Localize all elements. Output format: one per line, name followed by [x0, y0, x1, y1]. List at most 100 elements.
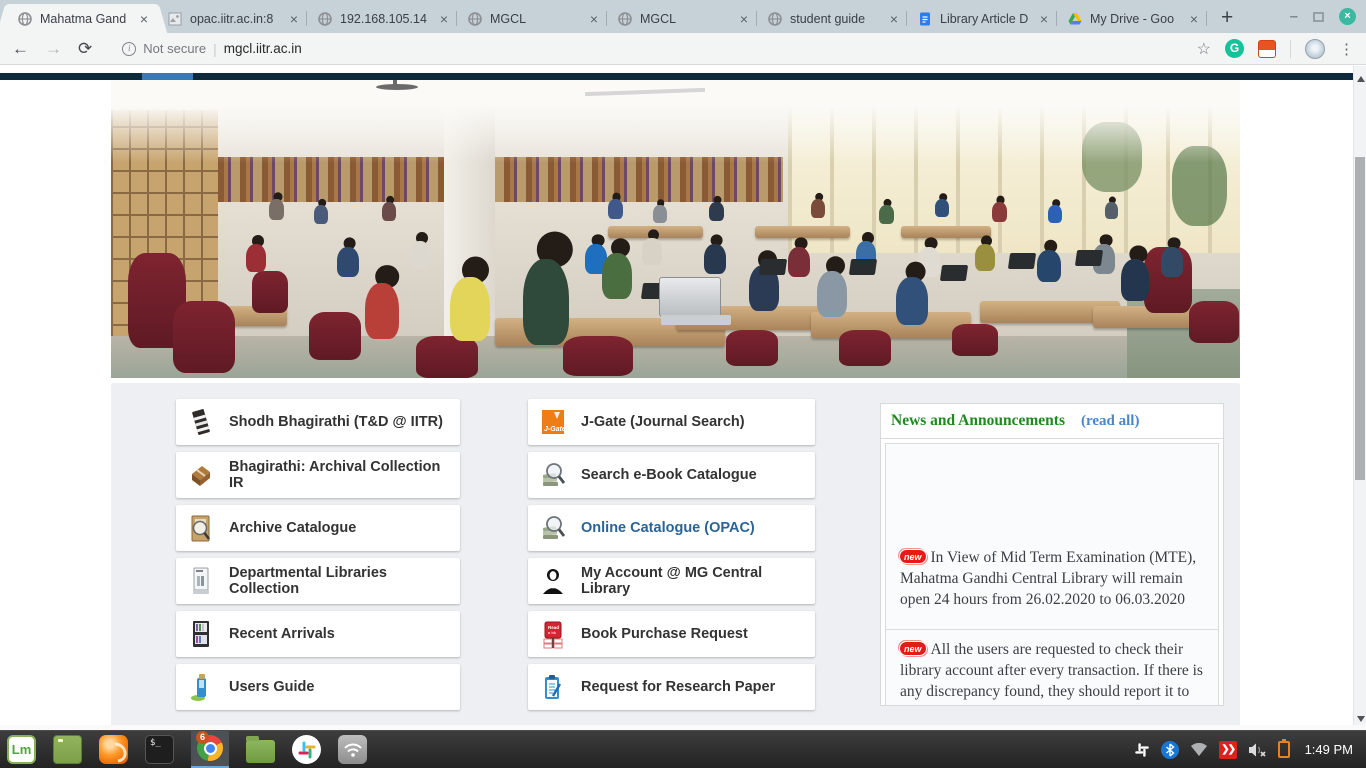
link-label: Departmental Libraries Collection — [229, 565, 452, 597]
tab-close-icon[interactable]: × — [1188, 12, 1200, 26]
link-bhagirathi-archival[interactable]: Bhagirathi: Archival Collection IR — [176, 452, 460, 498]
tab-close-icon[interactable]: × — [738, 12, 750, 26]
security-chip[interactable]: i Not secure | mgcl.iitr.ac.in — [122, 41, 302, 57]
quick-links-middle-column: J-Gate J-Gate (Journal Search) Search e-… — [528, 399, 815, 717]
extension-icon[interactable] — [1258, 40, 1276, 58]
link-research-paper[interactable]: Request for Research Paper — [528, 664, 815, 710]
mint-menu-icon[interactable]: Lm — [7, 735, 36, 764]
link-label: Request for Research Paper — [581, 679, 775, 695]
close-button[interactable]: × — [1339, 8, 1356, 25]
bookmark-star-icon[interactable]: ☆ — [1197, 39, 1211, 59]
jgate-icon: J-Gate — [540, 407, 566, 437]
tab-title: Library Article D — [940, 12, 1031, 26]
tab-title: MGCL — [640, 12, 731, 26]
link-book-purchase[interactable]: Reada bk Book Purchase Request — [528, 611, 815, 657]
globe-icon — [317, 11, 333, 27]
link-users-guide[interactable]: Users Guide — [176, 664, 460, 710]
new-badge-icon: new — [900, 642, 926, 655]
address-url[interactable]: mgcl.iitr.ac.in — [224, 41, 302, 56]
link-label: Users Guide — [229, 679, 314, 695]
volume-muted-icon[interactable] — [1248, 742, 1267, 758]
link-shodh-bhagirathi[interactable]: Shodh Bhagirathi (T&D @ IITR) — [176, 399, 460, 445]
archive-catalogue-icon — [188, 513, 214, 543]
news-panel: News and Announcements (read all) new In … — [880, 403, 1224, 706]
tab-opac[interactable]: opac.iitr.ac.in:8 × — [157, 4, 307, 33]
link-search-ebook[interactable]: Search e-Book Catalogue — [528, 452, 815, 498]
link-label: Archive Catalogue — [229, 520, 356, 536]
quick-links-left-column: Shodh Bhagirathi (T&D @ IITR) Bhagirathi… — [176, 399, 460, 717]
tab-close-icon[interactable]: × — [888, 12, 900, 26]
archive-box-icon — [188, 460, 214, 490]
globe-icon — [767, 11, 783, 27]
tab-title: student guide — [790, 12, 881, 26]
link-departmental-libraries[interactable]: Departmental Libraries Collection — [176, 558, 460, 604]
scrollbar-down-arrow[interactable] — [1354, 712, 1366, 726]
link-label: My Account @ MG Central Library — [581, 565, 807, 597]
link-label: Online Catalogue (OPAC) — [581, 520, 755, 536]
profile-avatar[interactable] — [1305, 39, 1325, 59]
tab-my-drive[interactable]: My Drive - Goo × — [1057, 4, 1207, 33]
slack-icon[interactable] — [292, 735, 321, 764]
link-label: Search e-Book Catalogue — [581, 467, 757, 483]
tab-close-icon[interactable]: × — [138, 12, 150, 26]
news-title: News and Announcements — [891, 412, 1065, 430]
globe-icon — [17, 11, 33, 27]
scrollbar-thumb[interactable] — [1355, 157, 1365, 480]
wifi-tray-icon[interactable] — [1190, 743, 1208, 757]
tab-close-icon[interactable]: × — [438, 12, 450, 26]
site-nav-active-item[interactable] — [142, 73, 193, 80]
news-item-text: In View of Mid Term Examination (MTE), M… — [900, 549, 1196, 608]
link-jgate[interactable]: J-Gate J-Gate (Journal Search) — [528, 399, 815, 445]
departmental-collection-icon — [188, 566, 214, 596]
terminal-icon[interactable]: $_ — [145, 735, 174, 764]
back-icon[interactable]: ← — [12, 39, 29, 59]
forward-icon[interactable]: → — [45, 39, 62, 59]
tab-ip-address[interactable]: 192.168.105.14 × — [307, 4, 457, 33]
taskbar: Lm $_ 6 ❯❯ 1:49 PM — [0, 730, 1366, 768]
account-person-icon — [540, 566, 566, 596]
tab-close-icon[interactable]: × — [588, 12, 600, 26]
chrome-taskbar-button[interactable]: 6 — [191, 731, 229, 768]
grammarly-icon[interactable]: G — [1225, 39, 1244, 58]
menu-dots-icon[interactable]: ⋮ — [1339, 40, 1354, 58]
slack-tray-icon[interactable] — [1134, 742, 1150, 758]
link-label: Book Purchase Request — [581, 626, 748, 642]
firefox-icon[interactable] — [99, 735, 128, 764]
users-guide-kiosk-icon — [188, 672, 214, 702]
link-label: J-Gate (Journal Search) — [581, 414, 745, 430]
opac-search-icon — [540, 513, 566, 543]
link-recent-arrivals[interactable]: Recent Arrivals — [176, 611, 460, 657]
taskbar-clock[interactable]: 1:49 PM — [1305, 742, 1353, 757]
tab-mgcl-2[interactable]: MGCL × — [607, 4, 757, 33]
tab-mgcl-1[interactable]: MGCL × — [457, 4, 607, 33]
link-my-account[interactable]: My Account @ MG Central Library — [528, 558, 815, 604]
news-item: newAll the users are requested to check … — [885, 630, 1219, 706]
ebook-search-icon — [540, 460, 566, 490]
chrome-notification-badge: 6 — [196, 731, 209, 744]
tab-mahatma-gandhi[interactable]: Mahatma Gand × — [7, 4, 157, 33]
new-tab-button[interactable]: + — [1221, 8, 1233, 28]
globe-icon — [467, 11, 483, 27]
tab-title: Mahatma Gand — [40, 12, 131, 26]
restore-button[interactable] — [1313, 12, 1324, 22]
minimize-button[interactable]: – — [1290, 8, 1298, 25]
window-controls: – × — [1290, 0, 1356, 33]
tab-close-icon[interactable]: × — [288, 12, 300, 26]
reload-icon[interactable]: ⟳ — [78, 39, 92, 59]
tab-close-icon[interactable]: × — [1038, 12, 1050, 26]
page-scrollbar[interactable] — [1353, 66, 1366, 730]
show-desktop-icon[interactable] — [53, 735, 82, 764]
tab-student-guide[interactable]: student guide × — [757, 4, 907, 33]
link-archive-catalogue[interactable]: Archive Catalogue — [176, 505, 460, 551]
tab-library-article[interactable]: Library Article D × — [907, 4, 1057, 33]
wifi-app-icon[interactable] — [338, 735, 367, 764]
file-manager-icon[interactable] — [246, 740, 275, 763]
bluetooth-icon[interactable] — [1161, 741, 1179, 759]
anydesk-icon[interactable]: ❯❯ — [1219, 741, 1237, 759]
news-read-all-link[interactable]: (read all) — [1081, 413, 1139, 430]
screen: Mahatma Gand × opac.iitr.ac.in:8 × 192.1… — [0, 0, 1366, 768]
scrollbar-up-arrow[interactable] — [1354, 72, 1366, 86]
link-opac[interactable]: Online Catalogue (OPAC) — [528, 505, 815, 551]
battery-icon[interactable] — [1278, 741, 1290, 758]
toolbar-divider — [1290, 40, 1291, 58]
